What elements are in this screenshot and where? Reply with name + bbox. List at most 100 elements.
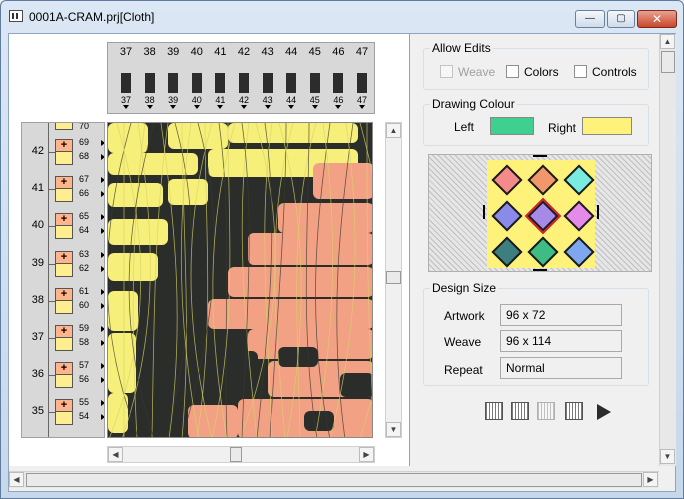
- treadle-pair[interactable]: +: [55, 287, 75, 314]
- shaft-column[interactable]: 42 42: [232, 43, 256, 113]
- shaft-column[interactable]: 41 41: [208, 43, 232, 113]
- palette-colour-swatch[interactable]: [527, 236, 559, 268]
- palette-colour-swatch[interactable]: [491, 200, 523, 232]
- treadle-plus-cell[interactable]: +: [55, 250, 73, 264]
- treadle-pair[interactable]: +: [55, 139, 75, 165]
- minimize-button[interactable]: —: [575, 10, 605, 28]
- palette-left-handle-icon[interactable]: [483, 205, 485, 219]
- treadle-right-arrow-icon[interactable]: [101, 177, 104, 184]
- shaft-lift-block[interactable]: [144, 73, 155, 93]
- treadle-right-arrow-icon[interactable]: [101, 265, 104, 272]
- shaft-down-arrow-icon[interactable]: [288, 105, 295, 109]
- treadle-right-arrow-icon[interactable]: [101, 400, 104, 407]
- shaft-lift-block[interactable]: [168, 73, 179, 93]
- shaft-column[interactable]: 43 43: [256, 43, 280, 113]
- print-preview-icon[interactable]: [565, 402, 583, 420]
- shaft-column[interactable]: 38 38: [138, 43, 162, 113]
- shaft-column[interactable]: 45 45: [303, 43, 327, 113]
- left-colour-swatch[interactable]: [490, 117, 534, 135]
- window-scroll-up-arrow-icon[interactable]: ▲: [660, 34, 675, 49]
- scroll-right-arrow-icon[interactable]: ▶: [359, 447, 374, 462]
- shaft-column[interactable]: 47 47: [350, 43, 374, 113]
- treadle-pair[interactable]: +: [55, 399, 75, 426]
- treadle-right-arrow-icon[interactable]: [101, 191, 104, 198]
- treadle-pair[interactable]: +: [55, 213, 75, 240]
- palette-colour-swatch[interactable]: [491, 236, 523, 268]
- maximize-button[interactable]: ▢: [607, 10, 635, 28]
- window-scroll-down-arrow-icon[interactable]: ▼: [660, 449, 675, 464]
- treadle-right-arrow-icon[interactable]: [101, 414, 104, 421]
- shaft-lift-block[interactable]: [333, 73, 344, 93]
- shaft-column[interactable]: 39 39: [161, 43, 185, 113]
- treadle-right-arrow-icon[interactable]: [101, 214, 104, 221]
- treadle-right-arrow-icon[interactable]: [101, 302, 104, 309]
- cloth-vertical-scrollbar[interactable]: ▲ ▼: [385, 122, 402, 438]
- palette-colour-swatch[interactable]: [527, 164, 559, 196]
- shaft-lift-block[interactable]: [262, 73, 273, 93]
- palette-colour-grid[interactable]: [487, 160, 595, 268]
- shaft-column[interactable]: 40 40: [185, 43, 209, 113]
- treadle-right-arrow-icon[interactable]: [101, 251, 104, 258]
- window-scroll-left-arrow-icon[interactable]: ◀: [9, 472, 24, 487]
- shaft-down-arrow-icon[interactable]: [217, 105, 224, 109]
- palette-colour-swatch[interactable]: [524, 197, 562, 235]
- colors-checkbox[interactable]: [506, 65, 519, 78]
- palette-colour-swatch[interactable]: [563, 200, 595, 232]
- palette-colour-swatch[interactable]: [491, 164, 523, 196]
- horizontal-scroll-thumb[interactable]: [230, 447, 242, 462]
- window-horizontal-scrollbar[interactable]: ◀ ▶: [9, 471, 659, 488]
- window-scroll-right-arrow-icon[interactable]: ▶: [643, 472, 658, 487]
- shaft-column[interactable]: 44 44: [279, 43, 303, 113]
- shaft-down-arrow-icon[interactable]: [193, 105, 200, 109]
- treadle-cell[interactable]: [55, 123, 73, 130]
- treadle-cell[interactable]: [55, 300, 73, 314]
- shaft-down-arrow-icon[interactable]: [241, 105, 247, 109]
- shaft-down-arrow-icon[interactable]: [146, 105, 153, 109]
- close-button[interactable]: ✕: [637, 10, 677, 28]
- treadle-cell[interactable]: [55, 189, 73, 203]
- shaft-down-arrow-icon[interactable]: [359, 105, 365, 109]
- window-vertical-thumb[interactable]: [661, 51, 675, 73]
- treadle-plus-cell[interactable]: +: [55, 176, 73, 190]
- treadle-plus-cell[interactable]: +: [55, 399, 73, 413]
- shaft-down-arrow-icon[interactable]: [170, 105, 177, 109]
- treadle-right-arrow-icon[interactable]: [101, 154, 104, 160]
- shaft-down-arrow-icon[interactable]: [123, 105, 129, 109]
- treadle-right-arrow-icon[interactable]: [101, 140, 104, 146]
- scroll-down-arrow-icon[interactable]: ▼: [386, 422, 401, 437]
- play-icon[interactable]: [597, 404, 611, 420]
- palette-bottom-handle-icon[interactable]: [533, 269, 547, 271]
- treadle-pair[interactable]: +: [55, 325, 75, 351]
- treadle-pair[interactable]: +: [55, 362, 75, 389]
- treadle-cell[interactable]: [55, 263, 73, 277]
- palette-colour-swatch[interactable]: [563, 164, 595, 196]
- window-horizontal-thumb[interactable]: [26, 473, 642, 487]
- treadle-pair[interactable]: +: [55, 176, 75, 203]
- shaft-column[interactable]: 37 37: [114, 43, 138, 113]
- palette-top-handle-icon[interactable]: [533, 155, 547, 157]
- treadle-plus-cell[interactable]: +: [55, 287, 73, 301]
- treadle-cell[interactable]: [55, 375, 73, 389]
- palette-colour-swatch[interactable]: [563, 236, 595, 268]
- shaft-down-arrow-icon[interactable]: [335, 105, 342, 109]
- shaft-column[interactable]: 46 46: [326, 43, 350, 113]
- treadle-cell[interactable]: [55, 226, 73, 240]
- loom-icon[interactable]: [485, 402, 503, 420]
- window-vertical-scrollbar[interactable]: ▲ ▼: [659, 34, 676, 466]
- treadle-plus-cell[interactable]: +: [55, 139, 73, 152]
- treadle-right-arrow-icon[interactable]: [101, 326, 104, 332]
- shaft-down-arrow-icon[interactable]: [311, 105, 318, 109]
- treadle-right-arrow-icon[interactable]: [101, 377, 104, 384]
- shaft-lift-block[interactable]: [215, 73, 226, 93]
- treadle-plus-cell[interactable]: +: [55, 213, 73, 227]
- treadle-right-arrow-icon[interactable]: [101, 288, 104, 295]
- shaft-lift-block[interactable]: [357, 73, 367, 93]
- treadle-right-arrow-icon[interactable]: [101, 228, 104, 235]
- treadle-plus-cell[interactable]: +: [55, 325, 73, 338]
- controls-checkbox[interactable]: [574, 65, 587, 78]
- treadle-plus-cell[interactable]: +: [55, 362, 73, 376]
- cloth-simulation[interactable]: [107, 122, 373, 438]
- scroll-left-arrow-icon[interactable]: ◀: [108, 447, 123, 462]
- colour-palette[interactable]: [428, 154, 652, 272]
- shaft-down-arrow-icon[interactable]: [264, 105, 271, 109]
